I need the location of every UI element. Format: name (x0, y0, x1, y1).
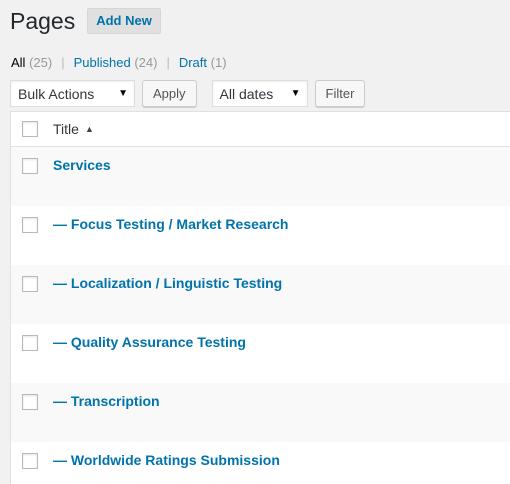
view-published-link[interactable]: Published (24) (74, 55, 158, 70)
row-checkbox[interactable] (22, 394, 38, 410)
table-row: — Transcription (11, 383, 510, 442)
chevron-down-icon: ▼ (290, 88, 301, 99)
table-header: Title ▲ (11, 112, 510, 147)
table-row: — Localization / Linguistic Testing (11, 265, 510, 324)
row-title-link[interactable]: — Quality Assurance Testing (53, 334, 246, 350)
title-column-header[interactable]: Title ▲ (53, 121, 94, 137)
view-separator: | (61, 55, 65, 70)
page-header: Pages Add New (10, 6, 161, 36)
add-new-button[interactable]: Add New (87, 8, 161, 34)
table-row: — Focus Testing / Market Research (11, 206, 510, 265)
view-draft-count: (1) (210, 55, 227, 70)
row-checkbox[interactable] (22, 453, 38, 469)
chevron-down-icon: ▼ (118, 88, 128, 99)
row-checkbox[interactable] (22, 158, 38, 174)
view-filters: All (25) | Published (24) | Draft (1) (11, 55, 227, 70)
row-title-link[interactable]: — Localization / Linguistic Testing (53, 275, 282, 291)
filter-button[interactable]: Filter (314, 80, 366, 107)
row-title-link[interactable]: Services (53, 157, 111, 173)
apply-button[interactable]: Apply (142, 80, 197, 107)
page-title: Pages (10, 7, 76, 34)
select-all-checkbox[interactable] (22, 121, 38, 137)
row-checkbox[interactable] (22, 276, 38, 292)
view-all-count: (25) (29, 55, 53, 70)
dates-select[interactable]: All dates ▼ (211, 80, 308, 107)
view-all-link[interactable]: All (25) (11, 55, 52, 70)
bulk-actions-select[interactable]: Bulk Actions ▼ (10, 80, 135, 107)
row-title-link[interactable]: — Transcription (53, 393, 160, 409)
pages-table: Title ▲ Services — Focus Testing / Marke… (10, 111, 510, 484)
row-title-link[interactable]: — Focus Testing / Market Research (53, 216, 288, 232)
table-row: — Worldwide Ratings Submission (11, 442, 510, 484)
row-checkbox[interactable] (22, 217, 38, 233)
table-nav: Bulk Actions ▼ Apply All dates ▼ Filter (10, 80, 366, 107)
view-published-count: (24) (134, 55, 158, 70)
dates-value: All dates (219, 85, 274, 102)
bulk-actions-value: Bulk Actions (18, 85, 95, 102)
table-row: — Quality Assurance Testing (11, 324, 510, 383)
sort-ascending-icon: ▲ (84, 124, 94, 134)
view-draft-link[interactable]: Draft (1) (179, 55, 227, 70)
view-separator: | (166, 55, 170, 70)
row-title-link[interactable]: — Worldwide Ratings Submission (53, 452, 280, 468)
row-checkbox[interactable] (22, 335, 38, 351)
table-row: Services (11, 147, 510, 206)
